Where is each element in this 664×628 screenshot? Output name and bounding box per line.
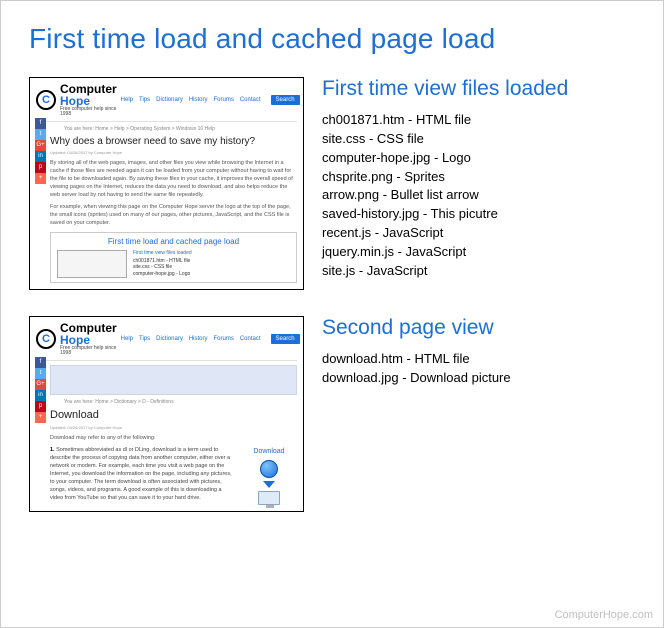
brand-tagline: Free computer help since 1998 bbox=[60, 346, 117, 356]
article-lead: Download may refer to any of the followi… bbox=[50, 435, 297, 443]
second-view-files: Second page view download.htm - HTML fil… bbox=[322, 316, 635, 388]
facebook-icon: f bbox=[35, 118, 46, 129]
arrow-down-icon bbox=[263, 481, 275, 488]
list-item: computer-hope.jpg - Logo bbox=[322, 149, 635, 168]
section-title-first: First time view files loaded bbox=[322, 77, 635, 101]
linkedin-icon: in bbox=[35, 151, 46, 162]
list-item: chsprite.png - Sprites bbox=[322, 168, 635, 187]
search-button: Search bbox=[271, 334, 300, 344]
breadcrumb: You are here: Home > Dictionary > D - De… bbox=[64, 399, 297, 405]
thumbnail-first-view: C Computer Hope Free computer help since… bbox=[29, 77, 304, 290]
ordered-list-item: 1. Sometimes abbreviated as dl or DLing,… bbox=[50, 447, 297, 505]
download-label: Download bbox=[253, 447, 284, 457]
thumb-header: C Computer Hope Free computer help since… bbox=[36, 322, 297, 361]
page-title: First time load and cached page load bbox=[29, 23, 635, 55]
thumb-nav: HelpTipsDictionaryHistoryForumsContact S… bbox=[121, 334, 300, 344]
file-list-first: ch001871.htm - HTML file site.css - CSS … bbox=[322, 111, 635, 281]
first-view-files: First time view files loaded ch001871.ht… bbox=[322, 77, 635, 281]
inset-figure: First time load and cached page load Fir… bbox=[50, 232, 297, 283]
inset-side-lines: ch001871.htm - HTML file site.css - CSS … bbox=[133, 258, 192, 278]
logo-icon: C bbox=[36, 90, 56, 110]
pinterest-icon: p bbox=[35, 401, 46, 412]
list-item: site.css - CSS file bbox=[322, 130, 635, 149]
section-title-second: Second page view bbox=[322, 316, 635, 340]
share-strip: f t G+ in p + bbox=[35, 357, 46, 423]
article-meta: Updated: 04/26/2017 by Computer Hope bbox=[50, 425, 297, 430]
row-first-load: C Computer Hope Free computer help since… bbox=[29, 77, 635, 290]
row-second-view: C Computer Hope Free computer help since… bbox=[29, 316, 635, 512]
list-item: site.js - JavaScript bbox=[322, 262, 635, 281]
article-heading: Why does a browser need to save my histo… bbox=[50, 136, 297, 147]
gplus-icon: G+ bbox=[35, 140, 46, 151]
hero-banner bbox=[50, 365, 297, 395]
brand-name: Computer Hope bbox=[60, 83, 117, 107]
inset-thumb-icon bbox=[57, 250, 127, 278]
list-item: ch001871.htm - HTML file bbox=[322, 111, 635, 130]
brand-name: Computer Hope bbox=[60, 322, 117, 346]
facebook-icon: f bbox=[35, 357, 46, 368]
download-figure: Download bbox=[241, 447, 297, 505]
logo-icon: C bbox=[36, 329, 56, 349]
list-item: arrow.png - Bullet list arrow bbox=[322, 186, 635, 205]
list-item: recent.js - JavaScript bbox=[322, 224, 635, 243]
list-item: download.htm - HTML file bbox=[322, 350, 635, 369]
pinterest-icon: p bbox=[35, 162, 46, 173]
watermark: ComputerHope.com bbox=[555, 609, 653, 621]
article-heading: Download bbox=[50, 409, 297, 421]
article-meta: Updated: 04/26/2017 by Computer Hope bbox=[50, 150, 297, 155]
breadcrumb: You are here: Home > Help > Operating Sy… bbox=[64, 126, 297, 132]
thumb-nav: HelpTipsDictionaryHistoryForumsContact S… bbox=[121, 95, 300, 105]
brand-tagline: Free computer help since 1998 bbox=[60, 107, 117, 117]
twitter-icon: t bbox=[35, 129, 46, 140]
thumbnail-second-view: C Computer Hope Free computer help since… bbox=[29, 316, 304, 512]
twitter-icon: t bbox=[35, 368, 46, 379]
file-list-second: download.htm - HTML file download.jpg - … bbox=[322, 350, 635, 388]
linkedin-icon: in bbox=[35, 390, 46, 401]
addthis-icon: + bbox=[35, 412, 46, 423]
globe-icon bbox=[260, 460, 278, 478]
list-item: download.jpg - Download picture bbox=[322, 369, 635, 388]
list-item: jquery.min.js - JavaScript bbox=[322, 243, 635, 262]
article-paragraph: By storing all of the web pages, images,… bbox=[50, 160, 297, 200]
inset-title: First time load and cached page load bbox=[57, 237, 290, 246]
gplus-icon: G+ bbox=[35, 379, 46, 390]
monitor-icon bbox=[258, 491, 280, 505]
article-paragraph: For example, when viewing this page on t… bbox=[50, 204, 297, 228]
inset-side-title: First time view files loaded bbox=[133, 250, 192, 256]
search-button: Search bbox=[271, 95, 300, 105]
list-item: saved-history.jpg - This picutre bbox=[322, 205, 635, 224]
thumb-header: C Computer Hope Free computer help since… bbox=[36, 83, 297, 122]
share-strip: f t G+ in p + bbox=[35, 118, 46, 184]
addthis-icon: + bbox=[35, 173, 46, 184]
